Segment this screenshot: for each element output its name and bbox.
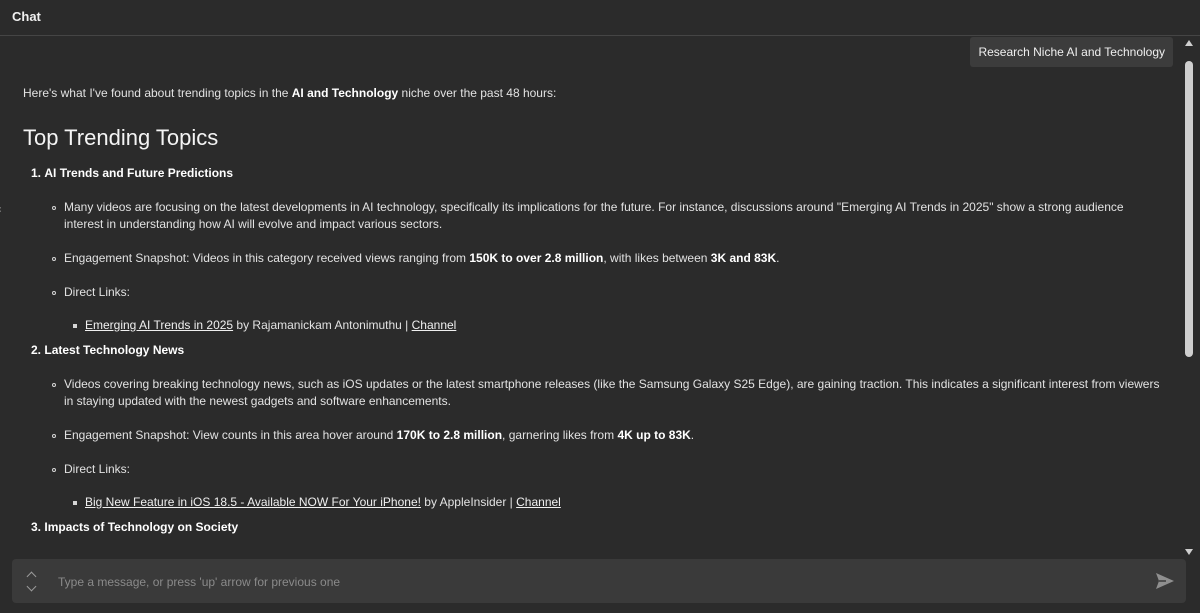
video-link[interactable]: Big New Feature in iOS 18.5 - Available … (85, 495, 421, 509)
chevron-up-icon[interactable] (26, 571, 37, 582)
topic-item: 1. AI Trends and Future Predictions Many… (23, 165, 1168, 334)
video-link[interactable]: Emerging AI Trends in 2025 (85, 318, 233, 332)
engagement-snapshot: Engagement Snapshot: Videos in this cate… (23, 250, 1168, 267)
send-button[interactable] (1154, 571, 1176, 591)
engagement-snapshot: Engagement Snapshot: View counts in this… (23, 427, 1168, 444)
topic-item: 3. Impacts of Technology on Society (23, 519, 1168, 536)
scrollbar[interactable] (1183, 37, 1195, 558)
header-title: Chat (12, 9, 41, 24)
bullet-icon (52, 468, 56, 472)
bullet-icon (52, 206, 56, 210)
direct-links-label: Direct Links: (23, 461, 1168, 478)
link-item: Big New Feature in iOS 18.5 - Available … (23, 494, 1168, 511)
chat-header: Chat (0, 0, 1200, 36)
channel-link[interactable]: Channel (516, 495, 561, 509)
topic-title: 1. AI Trends and Future Predictions (31, 166, 234, 180)
square-bullet-icon (73, 324, 77, 328)
scroll-down-icon[interactable] (1185, 549, 1193, 555)
chevron-down-icon[interactable] (26, 581, 37, 592)
topic-description: Many videos are focusing on the latest d… (23, 199, 1168, 233)
channel-link[interactable]: Channel (412, 318, 457, 332)
bullet-icon (52, 257, 56, 261)
topic-description: Videos covering breaking technology news… (23, 376, 1168, 410)
message-list: Research Niche AI and Technology Here's … (0, 37, 1183, 555)
chat-app: Chat ‹ Research Niche AI and Technology … (0, 0, 1200, 613)
link-item: Emerging AI Trends in 2025 by Rajamanick… (23, 317, 1168, 334)
topic-title: 3. Impacts of Technology on Society (31, 520, 239, 534)
bullet-icon (52, 434, 56, 438)
history-arrows-icon[interactable] (26, 569, 38, 595)
direct-links-label: Direct Links: (23, 284, 1168, 301)
bullet-icon (52, 291, 56, 295)
topic-title: 2. Latest Technology News (31, 343, 185, 357)
topic-item: 2. Latest Technology News Videos coverin… (23, 342, 1168, 511)
section-heading: Top Trending Topics (23, 125, 219, 150)
assistant-message: Here's what I've found about trending to… (23, 85, 1168, 536)
user-message: Research Niche AI and Technology (970, 37, 1173, 67)
send-icon (1156, 573, 1174, 589)
intro-text: Here's what I've found about trending to… (23, 86, 557, 100)
message-input[interactable] (56, 571, 1140, 593)
scroll-thumb[interactable] (1185, 61, 1193, 357)
square-bullet-icon (73, 501, 77, 505)
message-composer (12, 559, 1186, 603)
scroll-up-icon[interactable] (1185, 40, 1193, 46)
bullet-icon (52, 383, 56, 387)
